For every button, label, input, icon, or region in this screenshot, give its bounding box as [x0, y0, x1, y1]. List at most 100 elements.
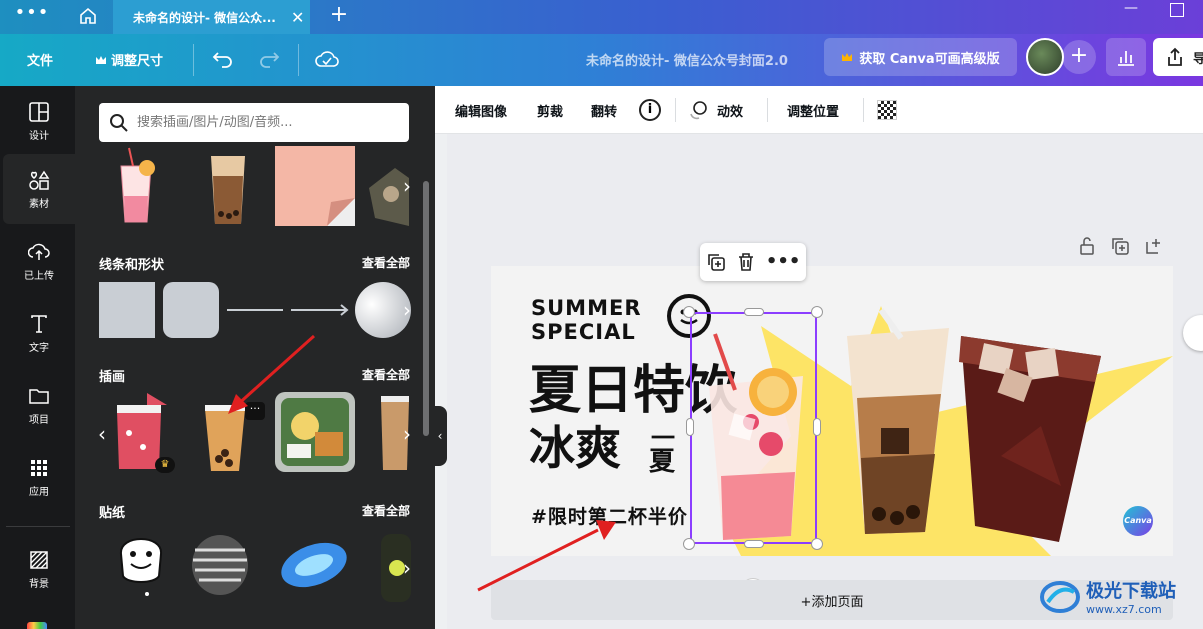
divider: [298, 44, 299, 76]
folded-corner-image: [327, 198, 355, 226]
collapse-panel-button[interactable]: ‹: [433, 406, 447, 466]
design-page[interactable]: SUMMER SPECIAL 夏日特饮 冰爽 一 夏 #限时第二杯半价 Canv…: [491, 266, 1173, 556]
rail-item-text[interactable]: 文字: [3, 298, 75, 368]
search-box[interactable]: [99, 103, 409, 142]
sticky-note-thumb[interactable]: [275, 146, 355, 226]
row-next-button[interactable]: ›: [397, 548, 417, 588]
boba-tea-thumb[interactable]: [201, 391, 249, 473]
resize-handle[interactable]: [683, 306, 695, 318]
resize-handle[interactable]: [683, 538, 695, 550]
rail-item-apps[interactable]: 应用: [3, 442, 75, 512]
new-tab-button[interactable]: +: [324, 0, 354, 34]
rail-item-uploads[interactable]: 已上传: [3, 226, 75, 296]
more-options-button[interactable]: ···: [245, 402, 265, 420]
edit-image-button[interactable]: 编辑图像: [455, 101, 507, 120]
file-menu[interactable]: 文件: [27, 50, 53, 69]
summer-special-text[interactable]: SUMMER SPECIAL: [531, 296, 642, 344]
rail-item-design[interactable]: 设计: [3, 86, 75, 156]
more-icon[interactable]: •••: [766, 253, 801, 271]
document-title[interactable]: 未命名的设计- 微信公众号封面2.0: [586, 50, 788, 69]
canva-badge[interactable]: Canva: [1123, 506, 1153, 536]
menu-dots-button[interactable]: •••: [12, 2, 52, 30]
crop-button[interactable]: 剪裁: [537, 101, 563, 120]
upgrade-label: 获取 Canva可画高级版: [859, 51, 1000, 67]
resize-button[interactable]: 调整尺寸: [95, 50, 163, 69]
page-tools: [1078, 236, 1164, 256]
see-all-link[interactable]: 查看全部: [362, 366, 410, 383]
browser-tab[interactable]: 未命名的设计- 微信公众... ✕: [113, 0, 310, 34]
animate-button[interactable]: 动效: [687, 100, 743, 120]
bento-box-thumb[interactable]: [275, 392, 355, 472]
rail-item-projects[interactable]: 项目: [3, 370, 75, 440]
arrow-line-thumb[interactable]: [291, 302, 349, 318]
line-thumb[interactable]: [227, 309, 283, 311]
rounded-square-thumb[interactable]: [163, 282, 219, 338]
home-button[interactable]: [70, 2, 106, 30]
upgrade-button[interactable]: 获取 Canva可画高级版: [824, 38, 1017, 76]
save-status-button[interactable]: [313, 46, 341, 72]
text-icon: [31, 314, 47, 333]
redo-icon: [260, 52, 280, 68]
resize-handle[interactable]: [686, 418, 694, 436]
panel-scrollbar[interactable]: [423, 181, 429, 436]
square-shape-thumb[interactable]: [99, 282, 155, 338]
glitch-sticker[interactable]: [187, 530, 253, 600]
tab-close-button[interactable]: ✕: [291, 8, 304, 27]
resize-handle[interactable]: [744, 308, 764, 316]
cola-drink-image[interactable]: [931, 306, 1131, 546]
transparency-button[interactable]: [877, 100, 897, 120]
flip-button[interactable]: 翻转: [591, 101, 617, 120]
insights-button[interactable]: [1106, 38, 1146, 76]
drink-sticker-thumb[interactable]: [111, 146, 161, 226]
see-all-link[interactable]: 查看全部: [362, 502, 410, 519]
smiley-ghost-sticker[interactable]: [115, 528, 167, 600]
add-page-icon[interactable]: [1144, 236, 1164, 256]
headline-2[interactable]: 冰爽: [529, 422, 621, 474]
resize-handle[interactable]: [811, 538, 823, 550]
invite-button[interactable]: +: [1062, 40, 1096, 74]
share-label: 导: [1193, 51, 1203, 67]
app-icon[interactable]: [27, 622, 47, 629]
row-next-button[interactable]: ›: [397, 414, 417, 454]
row-next-button[interactable]: ›: [397, 166, 417, 206]
selection-frame[interactable]: [690, 312, 817, 544]
minimize-button[interactable]: —: [1116, 0, 1146, 22]
info-icon[interactable]: i: [639, 99, 661, 121]
rail-item-elements[interactable]: 素材: [3, 154, 75, 224]
animate-icon: [690, 101, 707, 120]
premium-crown-icon: ♛: [155, 457, 175, 473]
rail-item-background[interactable]: 背景: [3, 534, 75, 604]
duplicate-page-icon[interactable]: [1110, 236, 1130, 256]
rail-label: 文字: [29, 342, 49, 354]
maximize-button[interactable]: [1170, 3, 1184, 17]
elements-panel: › 线条和形状 查看全部 › 插画 查看全部 ‹ ♛ ···: [75, 86, 435, 629]
promo-text[interactable]: #限时第二杯半价: [531, 502, 688, 529]
lock-icon[interactable]: [1078, 236, 1096, 256]
resize-handle[interactable]: [811, 306, 823, 318]
share-button[interactable]: 导: [1153, 38, 1203, 76]
bento-image: [281, 398, 349, 466]
blue-ring-sticker[interactable]: [277, 538, 351, 592]
position-button[interactable]: 调整位置: [787, 101, 839, 120]
window-titlebar: ••• 未命名的设计- 微信公众... ✕ + —: [0, 0, 1203, 34]
avatar[interactable]: [1026, 38, 1064, 76]
folder-icon: [29, 388, 49, 404]
milk-tea-thumb[interactable]: [203, 146, 253, 226]
strawberry-drink-thumb[interactable]: ♛: [113, 391, 175, 473]
blue-ring-image: [281, 542, 347, 588]
resize-handle[interactable]: [744, 540, 764, 548]
undo-button[interactable]: [210, 46, 236, 72]
crown-icon: [842, 53, 853, 61]
row-prev-button[interactable]: ‹: [92, 414, 112, 454]
search-input[interactable]: [137, 115, 397, 130]
see-all-link[interactable]: 查看全部: [362, 254, 410, 271]
resize-handle[interactable]: [813, 418, 821, 436]
duplicate-icon[interactable]: [706, 252, 726, 272]
section-title: 插画: [99, 370, 126, 385]
background-icon: [30, 550, 48, 569]
milk-tea-image: [211, 156, 245, 224]
row-next-button[interactable]: ›: [397, 290, 417, 330]
redo-button[interactable]: [256, 46, 282, 72]
trash-icon[interactable]: [737, 252, 755, 272]
boba-tea-image: [205, 405, 245, 471]
